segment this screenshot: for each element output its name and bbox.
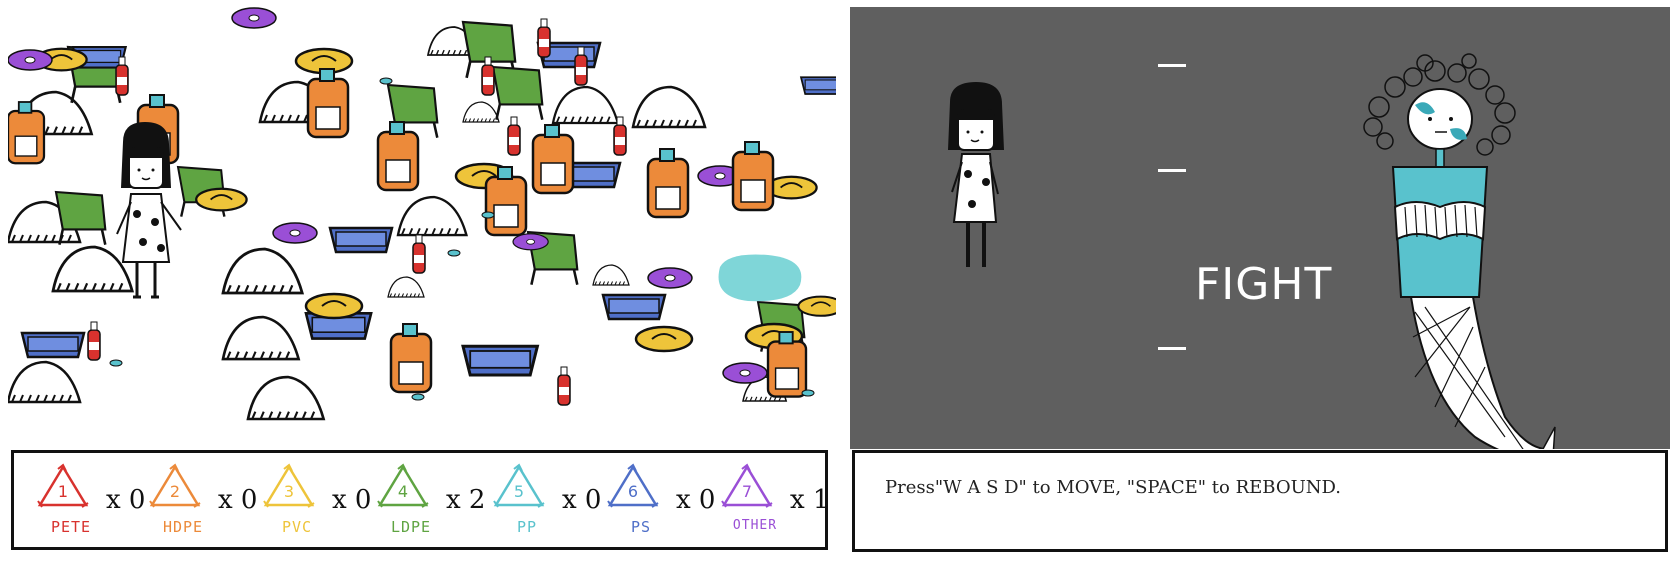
inventory-item-pp: 5 PP x 0 [492, 463, 602, 541]
resin-code-label: HDPE [162, 518, 204, 536]
svg-text:7: 7 [742, 482, 752, 501]
instruction-text: Press"W A S D" to MOVE, "SPACE" to REBOU… [885, 477, 1342, 498]
inventory-item-ldpe: 4 LDPE x 2 [376, 463, 486, 541]
svg-text:2: 2 [170, 482, 180, 501]
svg-text:3: 3 [284, 482, 294, 501]
mermaid-cup-boss [1363, 53, 1556, 449]
inventory-count: x 0 [676, 485, 716, 515]
recycle-icon: 4 [377, 463, 429, 508]
divider-dash [1158, 64, 1186, 67]
inventory-bar: 1 PETE x 0 2 HDPE x 0 3 PVC x 0 4 LDPE x… [11, 450, 830, 550]
fight-title: FIGHT [1195, 259, 1333, 310]
inventory-count: x 0 [332, 485, 372, 515]
svg-text:6: 6 [628, 482, 638, 501]
recycle-icon: 6 [607, 463, 659, 508]
svg-text:4: 4 [398, 482, 408, 501]
resin-code-label: PVC [281, 518, 313, 536]
player-character[interactable] [948, 82, 1004, 267]
fight-scene-panel: FIGHT Press"W A S D" to MOVE, "SPACE" to… [850, 7, 1670, 555]
inventory-count: x 1 [790, 485, 830, 515]
resin-code-label: OTHER [732, 518, 778, 533]
fight-canvas [948, 53, 1556, 449]
svg-text:1: 1 [58, 482, 68, 501]
inventory-item-pvc: 3 PVC x 0 [262, 463, 372, 541]
fight-arena: FIGHT [850, 7, 1670, 449]
recycle-icon: 1 [37, 463, 89, 508]
scene-canvas [8, 7, 836, 421]
target-marker [718, 254, 802, 302]
inventory-count: x 2 [446, 485, 486, 515]
inventory-item-other: 7 OTHER x 1 [720, 463, 830, 541]
svg-text:5: 5 [514, 482, 524, 501]
recycle-icon: 3 [263, 463, 315, 508]
resin-code-label: PS [630, 518, 652, 536]
instruction-box: Press"W A S D" to MOVE, "SPACE" to REBOU… [852, 450, 1668, 552]
collect-scene-panel: 1 PETE x 0 2 HDPE x 0 3 PVC x 0 4 LDPE x… [8, 7, 836, 555]
recycle-icon: 2 [149, 463, 201, 508]
resin-code-label: PP [516, 518, 538, 536]
divider-dash [1158, 347, 1186, 350]
inventory-count: x 0 [106, 485, 146, 515]
beach-scene [8, 7, 836, 449]
inventory-count: x 0 [218, 485, 258, 515]
inventory-item-pete: 1 PETE x 0 [36, 463, 146, 541]
resin-code-label: LDPE [390, 518, 432, 536]
recycle-icon: 5 [493, 463, 545, 508]
resin-code-label: PETE [50, 518, 92, 536]
recycle-icon: 7 [721, 463, 773, 508]
inventory-count: x 0 [562, 485, 602, 515]
inventory-item-hdpe: 2 HDPE x 0 [148, 463, 258, 541]
inventory-item-ps: 6 PS x 0 [606, 463, 716, 541]
divider-dash [1158, 169, 1186, 172]
